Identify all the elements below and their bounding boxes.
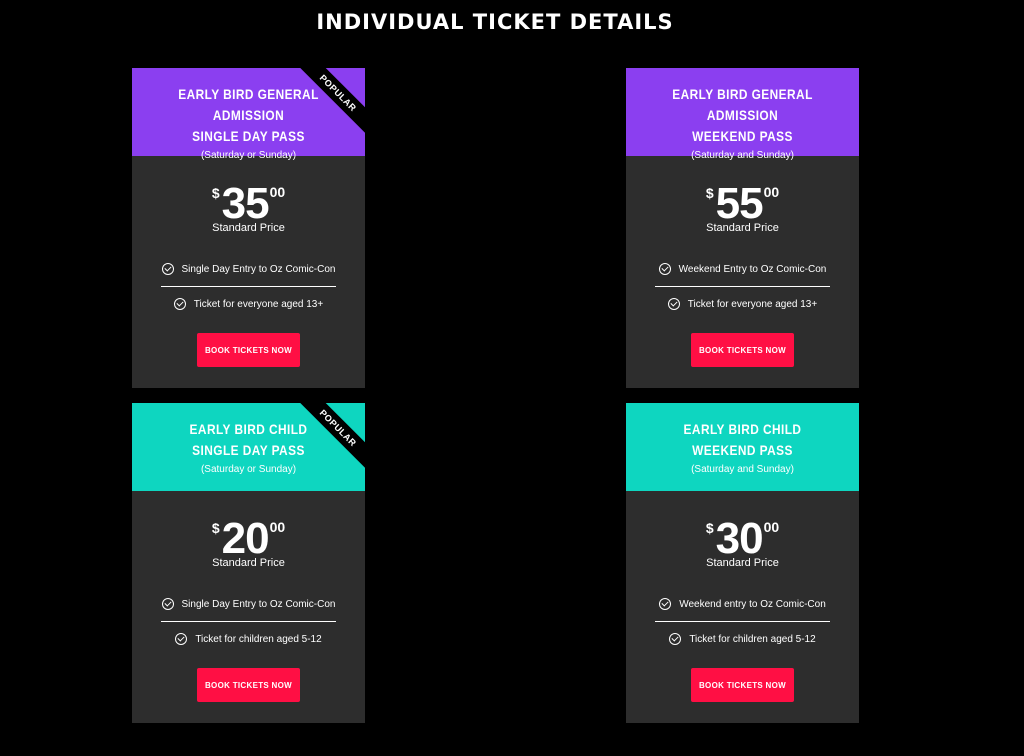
price-amount: 55 bbox=[715, 179, 764, 228]
price-currency: $ bbox=[211, 520, 220, 536]
ticket-card-child-weekend: EARLY BIRD CHILD WEEKEND PASS (Saturday … bbox=[626, 403, 859, 723]
price-cents: 00 bbox=[269, 519, 286, 535]
price-label: Standard Price bbox=[706, 222, 779, 234]
feature-text: Ticket for everyone aged 13+ bbox=[687, 298, 818, 310]
feature-item: Single Day Entry to Oz Comic-Con bbox=[132, 263, 365, 275]
card-header: EARLY BIRD GENERAL ADMISSION WEEKEND PAS… bbox=[626, 68, 859, 161]
check-circle-icon bbox=[161, 598, 174, 610]
feature-text: Single Day Entry to Oz Comic-Con bbox=[181, 598, 336, 610]
divider bbox=[655, 286, 830, 287]
ticket-card-child-single-day: EARLY BIRD CHILD SINGLE DAY PASS (Saturd… bbox=[132, 403, 365, 723]
card-subtitle: (Saturday or Sunday) bbox=[200, 150, 297, 161]
price-currency: $ bbox=[705, 185, 714, 201]
price-label: Standard Price bbox=[212, 222, 285, 234]
card-title-line1: EARLY BIRD CHILD bbox=[189, 421, 308, 437]
divider bbox=[161, 621, 336, 622]
card-title-line2: WEEKEND PASS bbox=[692, 442, 793, 458]
price-cents: 00 bbox=[269, 184, 286, 200]
feature-text: Ticket for children aged 5-12 bbox=[689, 633, 816, 645]
book-tickets-button[interactable]: BOOK TICKETS NOW bbox=[691, 668, 794, 702]
ticket-card-ga-weekend: EARLY BIRD GENERAL ADMISSION WEEKEND PAS… bbox=[626, 68, 859, 388]
price-amount: 30 bbox=[715, 514, 764, 563]
page-title: INDIVIDUAL TICKET DETAILS bbox=[316, 10, 674, 34]
check-circle-icon bbox=[175, 633, 188, 645]
feature-text: Weekend entry to Oz Comic-Con bbox=[679, 598, 826, 610]
card-header: EARLY BIRD CHILD SINGLE DAY PASS (Saturd… bbox=[132, 403, 365, 491]
price-cents: 00 bbox=[763, 519, 780, 535]
card-subtitle: (Saturday and Sunday) bbox=[691, 150, 794, 161]
feature-item: Weekend Entry to Oz Comic-Con bbox=[626, 263, 859, 275]
feature-text: Ticket for everyone aged 13+ bbox=[193, 298, 324, 310]
card-title-line2: SINGLE DAY PASS bbox=[192, 442, 305, 458]
check-circle-icon bbox=[161, 263, 174, 275]
check-circle-icon bbox=[659, 598, 672, 610]
book-tickets-button[interactable]: BOOK TICKETS NOW bbox=[691, 333, 794, 367]
book-tickets-button[interactable]: BOOK TICKETS NOW bbox=[197, 668, 300, 702]
feature-item: Single Day Entry to Oz Comic-Con bbox=[132, 598, 365, 610]
feature-item: Ticket for children aged 5-12 bbox=[132, 633, 365, 645]
feature-text: Weekend Entry to Oz Comic-Con bbox=[678, 263, 827, 275]
feature-text: Single Day Entry to Oz Comic-Con bbox=[181, 263, 336, 275]
price-amount: 35 bbox=[221, 179, 270, 228]
card-subtitle: (Saturday and Sunday) bbox=[691, 464, 794, 475]
check-circle-icon bbox=[173, 298, 186, 310]
card-title-line1: EARLY BIRD GENERAL ADMISSION bbox=[672, 86, 813, 123]
divider bbox=[161, 286, 336, 287]
price-label: Standard Price bbox=[706, 557, 779, 569]
check-circle-icon bbox=[658, 263, 671, 275]
divider bbox=[655, 621, 830, 622]
card-title-line2: SINGLE DAY PASS bbox=[192, 128, 305, 144]
card-header: EARLY BIRD GENERAL ADMISSION SINGLE DAY … bbox=[132, 68, 365, 161]
price-amount: 20 bbox=[221, 514, 270, 563]
check-circle-icon bbox=[669, 633, 682, 645]
feature-item: Ticket for children aged 5-12 bbox=[626, 633, 859, 645]
card-title-line1: EARLY BIRD CHILD bbox=[683, 421, 802, 437]
feature-item: Ticket for everyone aged 13+ bbox=[132, 298, 365, 310]
card-title-line1: EARLY BIRD GENERAL ADMISSION bbox=[178, 86, 319, 123]
feature-item: Weekend entry to Oz Comic-Con bbox=[626, 598, 859, 610]
price-label: Standard Price bbox=[212, 557, 285, 569]
check-circle-icon bbox=[667, 298, 680, 310]
price-currency: $ bbox=[211, 185, 220, 201]
card-subtitle: (Saturday or Sunday) bbox=[200, 464, 297, 475]
card-title-line2: WEEKEND PASS bbox=[692, 128, 793, 144]
ticket-card-ga-single-day: EARLY BIRD GENERAL ADMISSION SINGLE DAY … bbox=[132, 68, 365, 388]
feature-text: Ticket for children aged 5-12 bbox=[195, 633, 322, 645]
book-tickets-button[interactable]: BOOK TICKETS NOW bbox=[197, 333, 300, 367]
card-header: EARLY BIRD CHILD WEEKEND PASS (Saturday … bbox=[626, 403, 859, 491]
feature-item: Ticket for everyone aged 13+ bbox=[626, 298, 859, 310]
price-cents: 00 bbox=[763, 184, 780, 200]
price-currency: $ bbox=[705, 520, 714, 536]
